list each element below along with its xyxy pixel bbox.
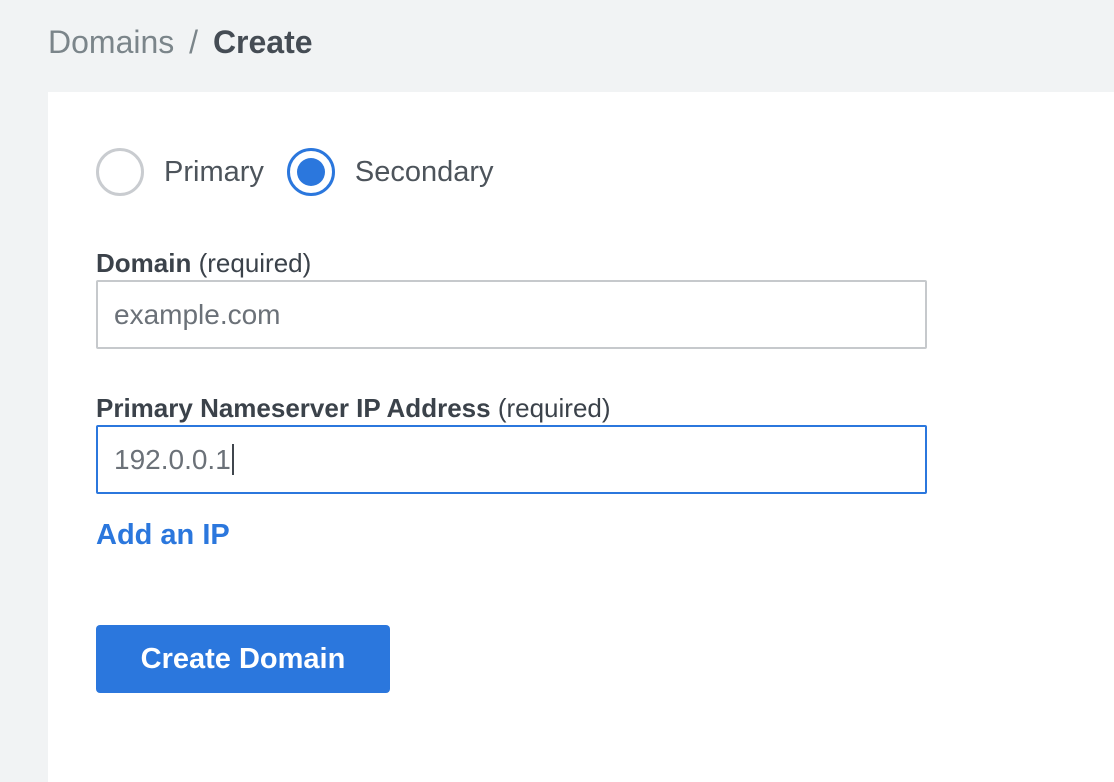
radio-secondary-control[interactable]: [287, 148, 335, 196]
create-domain-button[interactable]: Create Domain: [96, 625, 390, 693]
create-domain-card: Primary Secondary Domain (required) Prim…: [48, 92, 1114, 782]
domain-type-radio-group: Primary Secondary: [96, 148, 1114, 196]
ip-required-text: (required): [498, 393, 611, 423]
radio-option-secondary[interactable]: Secondary: [287, 148, 517, 196]
ip-label-text: Primary Nameserver IP Address: [96, 393, 491, 423]
domain-input[interactable]: [96, 280, 927, 349]
breadcrumb-separator: /: [189, 24, 198, 60]
add-ip-link[interactable]: Add an IP: [96, 519, 230, 552]
breadcrumb-current-create: Create: [213, 24, 313, 60]
ip-input[interactable]: [96, 425, 927, 494]
domain-label-text: Domain: [96, 248, 191, 278]
breadcrumb-domains-link[interactable]: Domains: [48, 24, 174, 60]
radio-primary-control[interactable]: [96, 148, 144, 196]
breadcrumb: Domains / Create: [48, 22, 313, 62]
domain-field-label: Domain (required): [96, 247, 1114, 280]
radio-primary-label: Primary: [164, 156, 264, 189]
domain-required-text: (required): [199, 248, 312, 278]
ip-field-label: Primary Nameserver IP Address (required): [96, 392, 1114, 425]
text-cursor: [232, 444, 234, 475]
radio-selected-dot: [297, 158, 325, 186]
radio-secondary-label: Secondary: [355, 156, 494, 189]
radio-option-primary[interactable]: Primary: [96, 148, 287, 196]
ip-input-wrapper: [96, 425, 927, 494]
